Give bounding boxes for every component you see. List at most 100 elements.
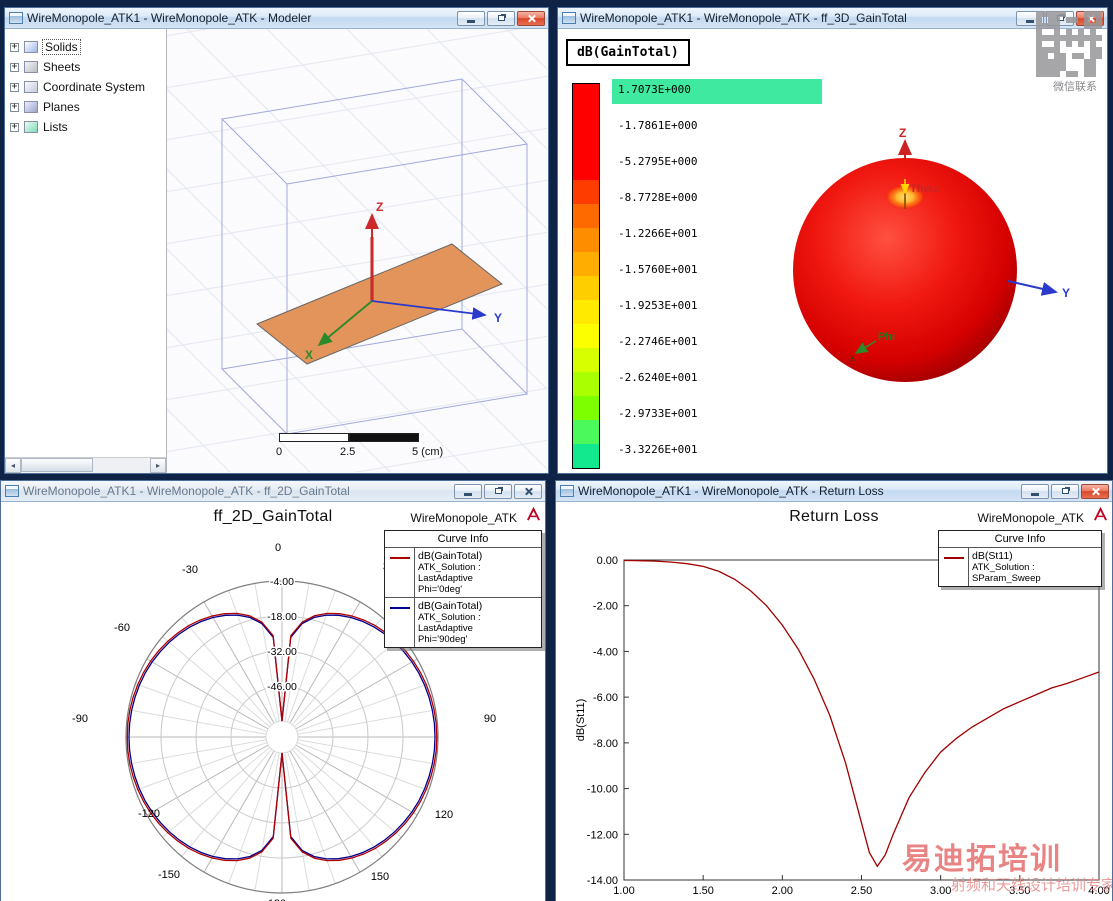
planes-icon [24, 101, 38, 113]
solids-icon [24, 41, 38, 53]
colorbar-value: -2.6240E+001 [618, 371, 698, 384]
close-button[interactable] [1081, 483, 1109, 499]
colorbar [572, 83, 600, 469]
returnloss-curve [623, 559, 1100, 868]
legend-header: Curve Info [437, 533, 489, 545]
tree-item-label[interactable]: Solids [42, 39, 81, 55]
close-button[interactable] [514, 483, 542, 499]
coordinate-system-icon [24, 81, 38, 93]
close-button[interactable] [517, 10, 545, 26]
minimize-icon [464, 493, 472, 496]
titlebar-gain2d[interactable]: WireMonopole_ATK1 - WireMonopole_ATK - f… [1, 481, 545, 502]
y-tick-label: 0.00 [597, 555, 618, 567]
curve-color-swatch [389, 557, 410, 559]
titlebar-gain3d[interactable]: WireMonopole_ATK1 - WireMonopole_ATK - f… [558, 8, 1107, 29]
restore-icon [494, 488, 502, 494]
colorbar-band [573, 84, 599, 180]
cartesian-grid [623, 559, 1100, 881]
titlebar-returnloss[interactable]: WireMonopole_ATK1 - WireMonopole_ATK - R… [556, 481, 1112, 502]
ansoft-logo-icon [527, 507, 540, 521]
radial-tick-label: -32.00 [267, 646, 297, 658]
legend-entry[interactable]: dB(St11) ATK_Solution : SParam_Sweep [939, 547, 1101, 586]
ansoft-logo-icon [1094, 507, 1107, 521]
angle-tick-label: -30 [182, 564, 198, 576]
curve-solution: ATK_Solution : LastAdaptive [418, 612, 481, 634]
colorbar-value: -1.7861E+000 [618, 119, 698, 132]
scale-segment-black [349, 433, 419, 442]
y-axis-label: Y [494, 311, 502, 325]
colorbar-band [573, 300, 599, 324]
scroll-right-arrow[interactable]: ▸ [150, 458, 166, 473]
scroll-left-arrow[interactable]: ◂ [5, 458, 21, 473]
minimize-icon [1031, 493, 1039, 496]
tree-item-solids[interactable]: + Solids [5, 37, 166, 57]
curve-solution: ATK_Solution : SParam_Sweep [972, 562, 1041, 584]
tree-item-planes[interactable]: + Planes [5, 97, 166, 117]
air-box [220, 78, 529, 435]
s11-curve [623, 559, 1100, 868]
tree-item-label[interactable]: Planes [43, 100, 80, 114]
modeler-3d-view[interactable]: Z Y X 0 2.5 5 (cm) [5, 29, 548, 473]
window-title: WireMonopole_ATK1 - WireMonopole_ATK - R… [578, 484, 884, 498]
colorbar-band [573, 420, 599, 444]
curve-variation: Phi='90deg' [418, 634, 468, 645]
scale-segment-white [279, 433, 349, 442]
minimize-button[interactable] [457, 10, 485, 26]
expand-icon[interactable]: + [10, 62, 19, 72]
x-tick-label: 2.50 [851, 885, 872, 897]
tree-item-label[interactable]: Lists [43, 120, 68, 134]
radial-tick-label: -46.00 [267, 681, 297, 693]
minimize-button[interactable] [1016, 10, 1044, 26]
colorbar-title: dB(GainTotal) [566, 39, 690, 66]
close-button[interactable] [1076, 10, 1104, 26]
z-axis-label: Z [376, 200, 383, 214]
mdi-workspace: WireMonopole_ATK1 - WireMonopole_ATK - M… [0, 0, 1113, 901]
radial-tick-label: -4.00 [270, 576, 294, 588]
y-tick-label: -10.00 [587, 784, 618, 796]
modeler-3d-scene: Z Y X [5, 29, 548, 473]
y-tick-label: -6.00 [593, 692, 618, 704]
titlebar-modeler[interactable]: WireMonopole_ATK1 - WireMonopole_ATK - M… [5, 8, 548, 29]
colorbar-band [573, 348, 599, 372]
restore-button[interactable] [484, 483, 512, 499]
window-gain3d: WireMonopole_ATK1 - WireMonopole_ATK - f… [557, 7, 1108, 474]
ground-plane[interactable] [256, 243, 503, 365]
expand-icon[interactable]: + [10, 102, 19, 112]
minimize-icon [467, 20, 475, 23]
tree-item-coordinate-system[interactable]: + Coordinate System [5, 77, 166, 97]
restore-button[interactable] [487, 10, 515, 26]
colorbar-value: -3.3226E+001 [618, 443, 698, 456]
minimize-button[interactable] [1021, 483, 1049, 499]
colorbar-legend[interactable]: dB(GainTotal) 1.7073E+000 -1.7861E+000 -5.… [566, 39, 838, 469]
sheets-icon [24, 61, 38, 73]
tree-item-label[interactable]: Sheets [43, 60, 80, 74]
tree-item-label[interactable]: Coordinate System [43, 80, 145, 94]
design-context-label: WireMonopole_ATK [977, 511, 1085, 525]
expand-icon[interactable]: + [10, 42, 19, 52]
legend-entry[interactable]: dB(GainTotal) ATK_Solution : LastAdaptiv… [385, 597, 541, 647]
restore-button[interactable] [1046, 10, 1074, 26]
expand-icon[interactable]: + [10, 122, 19, 132]
tree-horizontal-scrollbar[interactable]: ◂ ▸ [5, 457, 166, 473]
angle-tick-label: -60 [114, 622, 130, 634]
expand-icon[interactable]: + [10, 82, 19, 92]
tree-item-sheets[interactable]: + Sheets [5, 57, 166, 77]
y-tick-label: -4.00 [593, 646, 618, 658]
minimize-button[interactable] [454, 483, 482, 499]
restore-button[interactable] [1051, 483, 1079, 499]
colorbar-band [573, 276, 599, 300]
window-icon [9, 12, 23, 24]
theta-label: Theta [910, 183, 940, 195]
angle-tick-label: -120 [138, 808, 160, 820]
gain3d-view[interactable]: Z Y Theta Phi x dB(GainTotal) 1.7073E+00… [558, 29, 1107, 473]
scrollbar-track[interactable] [21, 458, 150, 473]
returnloss-plot-area[interactable]: Return Loss WireMonopole_ATK Curve Info … [556, 502, 1112, 901]
curve-info-legend[interactable]: Curve Info dB(St11) ATK_Solution : SPara… [938, 530, 1102, 587]
curve-info-legend[interactable]: Curve Info dB(GainTotal) ATK_Solution : … [384, 530, 542, 648]
tree-item-lists[interactable]: + Lists [5, 117, 166, 137]
gain2d-plot-area[interactable]: ff_2D_GainTotal WireMonopole_ATK Curve I… [1, 502, 545, 901]
scrollbar-thumb[interactable] [21, 458, 93, 472]
legend-entry[interactable]: dB(GainTotal) ATK_Solution : LastAdaptiv… [385, 547, 541, 597]
y-tick-label: -8.00 [593, 738, 618, 750]
scale-label: 0 [276, 446, 283, 458]
